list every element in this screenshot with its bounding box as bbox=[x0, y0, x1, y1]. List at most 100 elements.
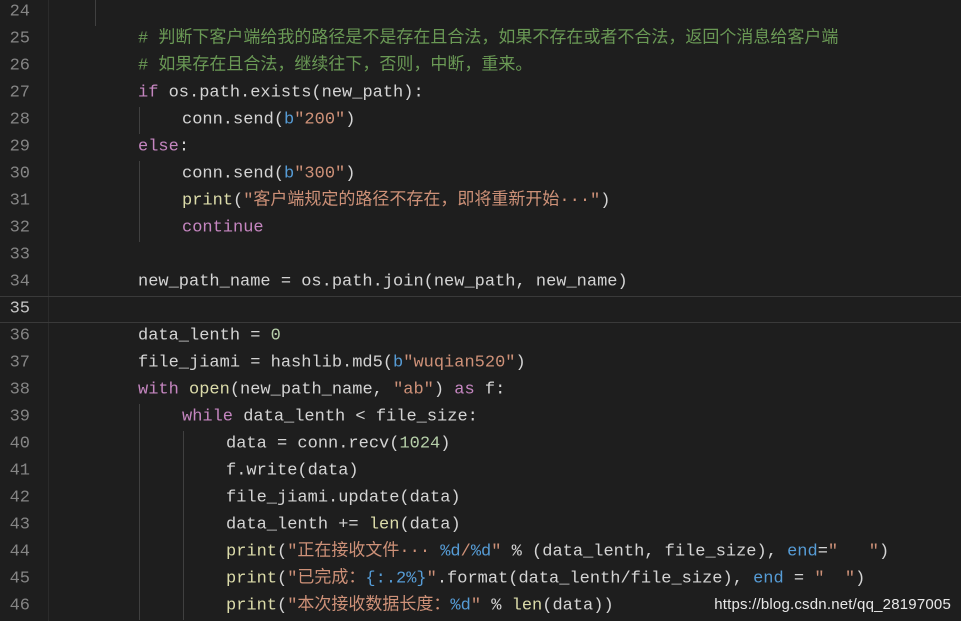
line-number: 30 bbox=[9, 164, 30, 184]
code-token: "ab" bbox=[393, 380, 434, 400]
line-number: 35 bbox=[9, 299, 30, 319]
code-token: f.write(data) bbox=[226, 461, 359, 481]
code-token: ) bbox=[878, 542, 890, 562]
code-token: as bbox=[454, 380, 475, 400]
line-number: 46 bbox=[9, 596, 30, 616]
line-number: 36 bbox=[9, 326, 30, 346]
code-token: ( bbox=[277, 542, 288, 562]
code-line[interactable]: 25 # 判断下客户端给我的路径是不是存在且合法，如果不存在或者不合法，返回个消息… bbox=[0, 26, 961, 53]
code-text: print("正在接收文件··· %d/%d" % (data_lenth, f… bbox=[226, 539, 889, 566]
code-token: : bbox=[178, 137, 190, 157]
code-token: print bbox=[226, 569, 278, 589]
line-number: 39 bbox=[9, 407, 30, 427]
code-token: # 如果存在且合法，继续往下，否则，中断，重来。 bbox=[138, 56, 533, 76]
code-token: "已完成： bbox=[287, 569, 366, 589]
code-text: f.write(data) bbox=[226, 458, 359, 485]
code-token: ) bbox=[440, 434, 451, 454]
code-token: (new_path_name, bbox=[229, 380, 394, 400]
code-token: else bbox=[138, 137, 179, 157]
watermark: https://blog.csdn.net/qq_28197005 bbox=[714, 596, 951, 613]
line-number: 34 bbox=[9, 272, 30, 292]
code-line[interactable]: 43 data_lenth += len(data) bbox=[0, 512, 961, 539]
line-number: 43 bbox=[9, 515, 30, 535]
code-token: .format(data_lenth/file_size), bbox=[436, 569, 754, 589]
code-line[interactable]: 26 # 如果存在且合法，继续往下，否则，中断，重来。 bbox=[0, 53, 961, 80]
code-text: continue bbox=[182, 215, 264, 242]
code-text: # 如果存在且合法，继续往下，否则，中断，重来。 bbox=[138, 53, 532, 80]
code-token: ) bbox=[345, 110, 356, 130]
indent-guide bbox=[183, 430, 184, 620]
code-line[interactable]: 29 else: bbox=[0, 134, 961, 161]
code-text: conn.send(b"200") bbox=[182, 107, 355, 134]
code-text: new_path_name = os.path.join(new_path, n… bbox=[138, 269, 628, 296]
code-token: print bbox=[226, 596, 278, 616]
code-line[interactable]: 44 print("正在接收文件··· %d/%d" % (data_lenth,… bbox=[0, 539, 961, 566]
code-line[interactable]: 33 bbox=[0, 242, 961, 269]
code-token: " bbox=[491, 542, 502, 562]
line-number: 44 bbox=[9, 542, 30, 562]
indent-guide bbox=[139, 403, 140, 620]
code-line[interactable]: 42 file_jiami.update(data) bbox=[0, 485, 961, 512]
code-text: # 判断下客户端给我的路径是不是存在且合法，如果不存在或者不合法，返回个消息给客… bbox=[138, 26, 838, 53]
line-number: 38 bbox=[9, 380, 30, 400]
code-line[interactable]: 27 if os.path.exists(new_path): bbox=[0, 80, 961, 107]
code-token: " bbox=[426, 569, 437, 589]
code-token: if bbox=[138, 83, 159, 103]
line-number: 45 bbox=[9, 569, 30, 589]
code-line[interactable]: 31 print("客户端规定的路径不存在，即将重新开始···") bbox=[0, 188, 961, 215]
code-token: b bbox=[284, 110, 295, 130]
code-text: print("本次接收数据长度：%d" % len(data)) bbox=[226, 593, 614, 620]
code-token: = bbox=[783, 569, 815, 589]
code-editor[interactable]: 24 25 # 判断下客户端给我的路径是不是存在且合法，如果不存在或者不合法，返回个… bbox=[0, 0, 961, 621]
code-token: "客户端规定的路径不存在，即将重新开始···" bbox=[243, 191, 601, 211]
code-token: b bbox=[393, 353, 404, 373]
code-line[interactable]: 32 continue bbox=[0, 215, 961, 242]
code-token: ( bbox=[233, 191, 244, 211]
code-token: % (data_lenth, file_size), bbox=[501, 542, 788, 562]
line-number: 40 bbox=[9, 434, 30, 454]
code-token: "本次接收数据长度： bbox=[287, 596, 451, 616]
code-line[interactable]: 24 bbox=[0, 0, 961, 26]
line-number: 37 bbox=[9, 353, 30, 373]
code-token: % bbox=[481, 596, 512, 616]
code-token: (data) bbox=[399, 515, 461, 535]
line-number: 27 bbox=[9, 83, 30, 103]
code-line[interactable]: 41 f.write(data) bbox=[0, 458, 961, 485]
code-line[interactable]: 37 file_jiami = hashlib.md5(b"wuqian520") bbox=[0, 350, 961, 377]
code-token: "200" bbox=[294, 110, 346, 130]
code-token: data = conn.recv( bbox=[226, 434, 400, 454]
code-text: print("客户端规定的路径不存在，即将重新开始···") bbox=[182, 188, 610, 215]
line-number: 42 bbox=[9, 488, 30, 508]
line-number: 33 bbox=[9, 245, 30, 265]
code-token: / bbox=[460, 542, 471, 562]
line-number: 31 bbox=[9, 191, 30, 211]
code-token: 0 bbox=[270, 326, 281, 346]
line-number: 29 bbox=[9, 137, 30, 157]
line-number: 28 bbox=[9, 110, 30, 130]
code-line-current[interactable]: 35 bbox=[0, 295, 961, 323]
code-token: while bbox=[182, 407, 234, 427]
code-token: ( bbox=[277, 569, 288, 589]
code-token: with bbox=[138, 380, 179, 400]
code-token: "正在接收文件··· bbox=[287, 542, 441, 562]
code-line[interactable]: 28 conn.send(b"200") bbox=[0, 107, 961, 134]
code-line[interactable]: 30 conn.send(b"300") bbox=[0, 161, 961, 188]
code-token: new_path_name = os.path.join(new_path, n… bbox=[138, 272, 628, 292]
code-token: %d bbox=[450, 596, 471, 616]
code-token: data_lenth += bbox=[226, 515, 369, 535]
code-token: %d bbox=[470, 542, 492, 562]
code-line[interactable]: 38 with open(new_path_name, "ab") as f: bbox=[0, 377, 961, 404]
code-line[interactable]: 39 while data_lenth < file_size: bbox=[0, 404, 961, 431]
code-token: ( bbox=[277, 596, 288, 616]
code-token: "300" bbox=[294, 164, 346, 184]
code-line[interactable]: 34 new_path_name = os.path.join(new_path,… bbox=[0, 269, 961, 296]
code-text: conn.send(b"300") bbox=[182, 161, 355, 188]
code-token: 1024 bbox=[399, 434, 441, 454]
code-token: open bbox=[189, 380, 230, 400]
code-line[interactable]: 45 print("已完成：{:.2%}".format(data_lenth/f… bbox=[0, 566, 961, 593]
code-line[interactable]: 40 data = conn.recv(1024) bbox=[0, 431, 961, 458]
code-token: f: bbox=[474, 380, 506, 400]
code-line[interactable]: 36 data_lenth = 0 bbox=[0, 323, 961, 350]
code-token: data_lenth = bbox=[138, 326, 271, 346]
